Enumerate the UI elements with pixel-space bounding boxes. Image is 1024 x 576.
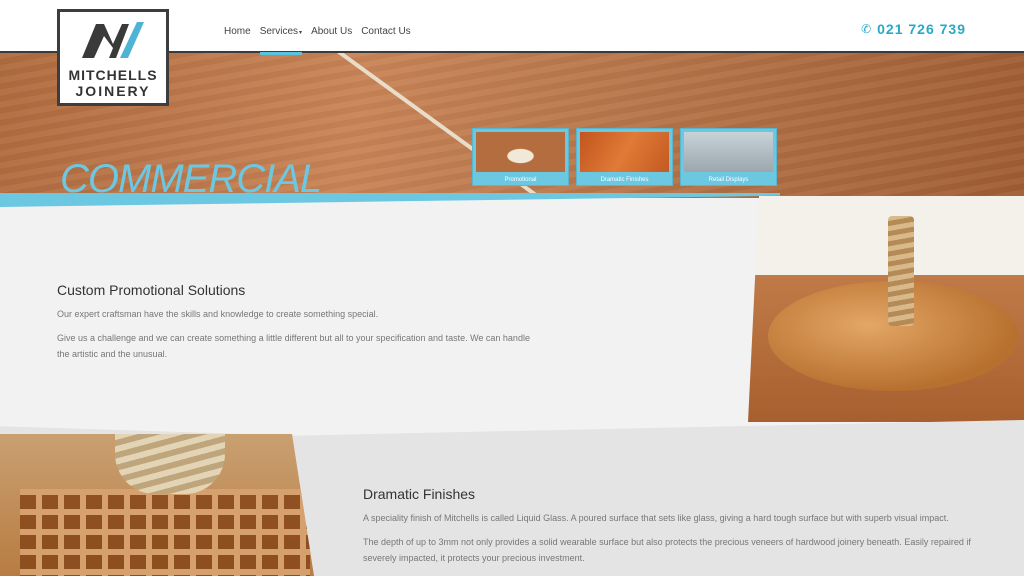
logo[interactable]: MITCHELLS JOINERY (57, 9, 169, 106)
nav-services-label: Services (259, 26, 299, 37)
rope-tap (888, 216, 914, 326)
thumb-promotional[interactable]: Promotional (472, 128, 569, 186)
thumb-image (580, 132, 669, 172)
thumb-retail-displays[interactable]: Retail Displays (680, 128, 777, 186)
thumb-dramatic-finishes[interactable]: Dramatic Finishes (576, 128, 673, 186)
dramatic-finish-image (0, 434, 314, 576)
phone-number: 021 726 739 (877, 21, 966, 37)
rope-detail (115, 434, 225, 494)
thumb-image (684, 132, 773, 172)
promotional-image (748, 196, 1024, 422)
section-heading-promotional: Custom Promotional Solutions (57, 282, 246, 298)
section-text: Give us a challenge and we can create so… (57, 333, 530, 359)
section-text: Our expert craftsman have the skills and… (57, 309, 379, 319)
chevron-down-icon: ▾ (299, 30, 303, 36)
section-text: A speciality finish of Mitchells is call… (363, 513, 949, 523)
section-text: The depth of up to 3mm not only provides… (363, 537, 971, 563)
thumb-caption: Retail Displays (708, 177, 749, 183)
nav-services[interactable]: Services▾ (259, 26, 303, 55)
main-nav: Home Services▾ About Us Contact Us (224, 26, 420, 55)
nav-about[interactable]: About Us (311, 26, 352, 54)
page-title: COMMERCIAL (60, 157, 322, 198)
section-heading-dramatic: Dramatic Finishes (363, 486, 476, 502)
logo-text-2: JOINERY (75, 83, 151, 99)
logo-text-1: MITCHELLS (68, 67, 158, 83)
phone-icon: ✆ (861, 22, 872, 36)
service-thumbnails: Promotional Dramatic Finishes Retail Dis… (472, 128, 777, 186)
accent-band (0, 193, 780, 207)
logo-mark-icon (82, 22, 144, 58)
thumb-image (476, 132, 565, 172)
nav-home[interactable]: Home (224, 26, 251, 54)
drip-grate (20, 489, 310, 576)
nav-contact[interactable]: Contact Us (361, 26, 410, 54)
phone-link[interactable]: ✆ 021 726 739 (861, 21, 966, 37)
thumb-caption: Promotional (504, 177, 537, 183)
thumb-caption: Dramatic Finishes (600, 177, 649, 183)
